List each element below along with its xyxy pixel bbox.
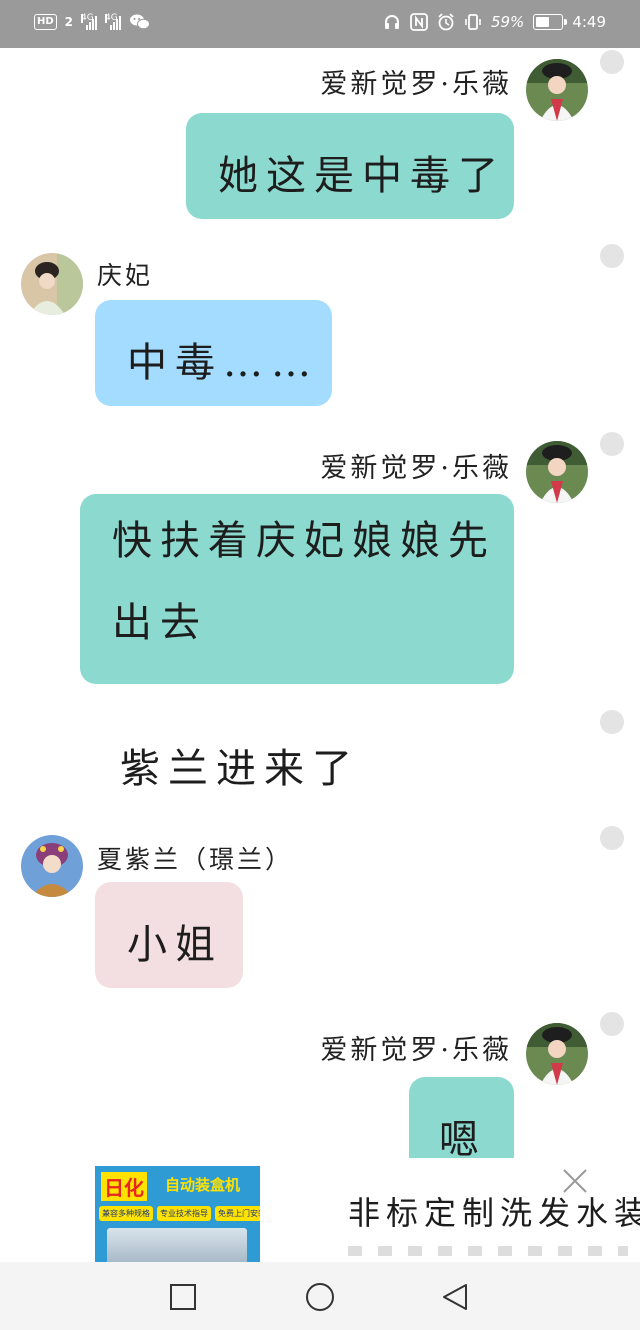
wechat-icon — [130, 14, 151, 30]
clock: 4:49 — [572, 13, 606, 31]
triangle-back-icon[interactable] — [440, 1282, 470, 1312]
indicator-dot — [600, 710, 624, 734]
square-icon[interactable] — [168, 1282, 198, 1312]
ad-chip: 免费上门安装 — [215, 1206, 260, 1221]
signal-1-icon: 4G — [81, 14, 98, 30]
indicator-dot — [600, 826, 624, 850]
ad-chip: 兼容多种规格 — [99, 1206, 153, 1221]
narration-text: 紫兰进来了 — [120, 746, 360, 792]
message-line: 出去 — [112, 600, 208, 646]
ad-banner[interactable]: 日化 自动装盒机 兼容多种规格 专业技术指导 免费上门安装 非标定制洗发水装 — [0, 1158, 640, 1262]
battery-icon — [533, 14, 568, 30]
machine-image — [107, 1228, 247, 1262]
avatar-lewei[interactable] — [526, 59, 588, 121]
avatar-lewei[interactable] — [526, 441, 588, 503]
indicator-dot — [600, 244, 624, 268]
nfc-icon — [410, 13, 428, 31]
ad-title[interactable]: 非标定制洗发水装 — [348, 1188, 640, 1234]
indicator-dot — [600, 50, 624, 74]
status-bar: HD 2 4G 4G 59% 4:49 — [0, 0, 640, 48]
ad-subtitle-faded — [348, 1246, 628, 1256]
battery-percent: 59% — [490, 13, 525, 31]
navigation-bar — [0, 1262, 640, 1330]
avatar-lewei[interactable] — [526, 1023, 588, 1085]
alarm-icon — [438, 13, 454, 31]
ad-brand: 日化 — [101, 1172, 147, 1201]
sim-number: 2 — [64, 15, 74, 29]
message-bubble[interactable]: 快扶着庆妃娘娘先 出去 — [80, 494, 514, 684]
vibrate-icon — [465, 14, 481, 30]
hd-badge: HD — [34, 14, 57, 30]
message-bubble[interactable]: 小姐 — [95, 882, 243, 988]
signal-2-icon: 4G — [105, 14, 122, 30]
avatar-qingfei[interactable] — [21, 253, 83, 315]
message-bubble[interactable]: 她这是中毒了 — [186, 113, 514, 219]
indicator-dot — [600, 432, 624, 456]
sender-name: 爱新觉罗·乐薇 — [320, 1035, 512, 1066]
sender-name: 庆妃 — [97, 261, 154, 290]
sender-name: 夏紫兰（璟兰） — [97, 845, 294, 874]
sender-name: 爱新觉罗·乐薇 — [320, 453, 512, 484]
sender-name: 爱新觉罗·乐薇 — [320, 69, 512, 100]
headphones-icon — [384, 15, 399, 29]
indicator-dot — [600, 1012, 624, 1036]
close-icon[interactable] — [562, 1168, 588, 1194]
ad-product: 自动装盒机 — [165, 1176, 241, 1194]
circle-icon[interactable] — [305, 1282, 335, 1312]
message-line: 快扶着庆妃娘娘先 — [112, 518, 496, 564]
message-bubble[interactable]: 中毒…… — [95, 300, 332, 406]
ad-image[interactable]: 日化 自动装盒机 兼容多种规格 专业技术指导 免费上门安装 — [95, 1166, 260, 1262]
avatar-zilan[interactable] — [21, 835, 83, 897]
ad-chip: 专业技术指导 — [157, 1206, 211, 1221]
